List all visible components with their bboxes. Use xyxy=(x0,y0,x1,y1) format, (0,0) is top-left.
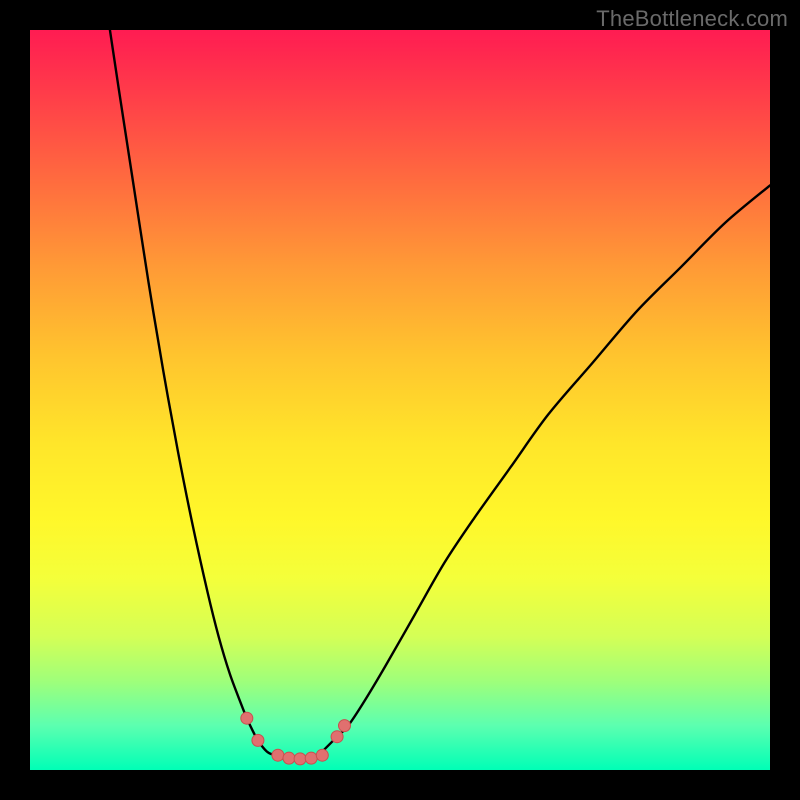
curve-marker xyxy=(252,734,264,746)
curve-marker xyxy=(272,749,284,761)
curve-marker xyxy=(294,753,306,765)
plot-area xyxy=(30,30,770,770)
curve-marker xyxy=(305,752,317,764)
watermark-text: TheBottleneck.com xyxy=(596,6,788,32)
curve-marker xyxy=(339,720,351,732)
curve-marker xyxy=(331,731,343,743)
curve-marker xyxy=(316,749,328,761)
bottleneck-curve xyxy=(110,30,770,759)
curve-marker xyxy=(283,752,295,764)
chart-frame: TheBottleneck.com xyxy=(0,0,800,800)
curve-marker xyxy=(241,712,253,724)
curve-markers xyxy=(241,712,351,765)
curve-svg xyxy=(30,30,770,770)
